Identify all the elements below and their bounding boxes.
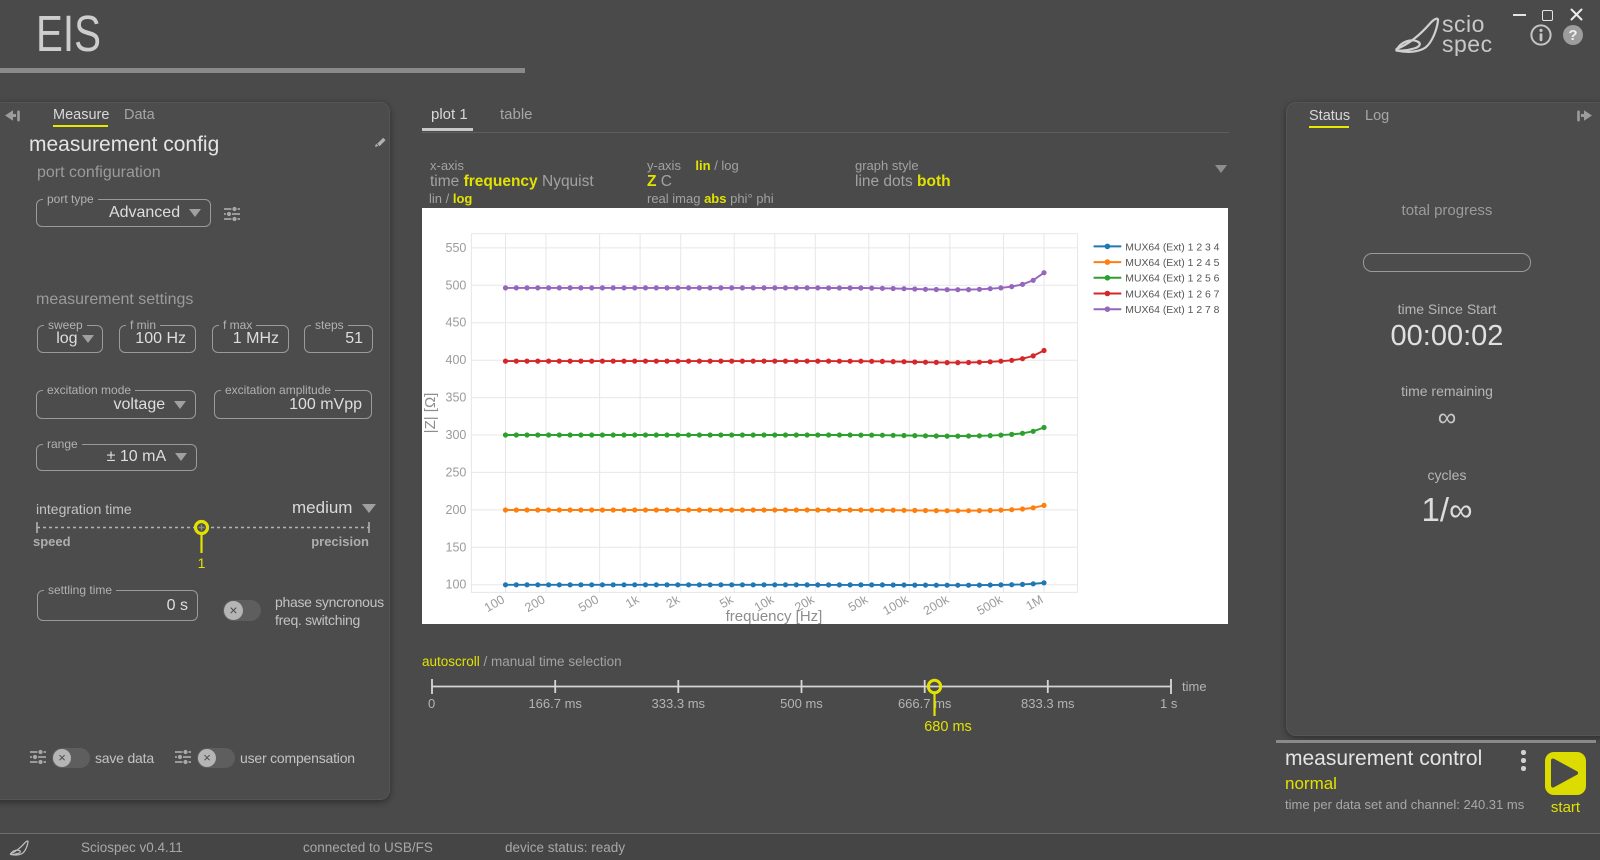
svg-text:500: 500	[446, 278, 467, 292]
svg-text:200: 200	[446, 503, 467, 517]
svg-text:1: 1	[198, 555, 206, 571]
svg-text:250: 250	[446, 465, 467, 479]
svg-text:?: ?	[1568, 27, 1577, 44]
svg-text:300: 300	[446, 428, 467, 442]
svg-text:spec: spec	[1442, 31, 1493, 56]
svg-text:680 ms: 680 ms	[924, 719, 972, 735]
svg-text:1 s: 1 s	[1160, 696, 1178, 711]
svg-text:MUX64 (Ext) 1 2 7 8: MUX64 (Ext) 1 2 7 8	[1125, 305, 1219, 316]
svg-text:166.7 ms: 166.7 ms	[528, 696, 582, 711]
svg-text:350: 350	[446, 391, 467, 405]
svg-text:666.7 ms: 666.7 ms	[898, 696, 952, 711]
svg-text:100: 100	[446, 578, 467, 592]
svg-text:400: 400	[446, 353, 467, 367]
svg-text:time: time	[1182, 679, 1207, 694]
svg-text:833.3 ms: 833.3 ms	[1021, 696, 1075, 711]
svg-text:MUX64 (Ext) 1 2 4 5: MUX64 (Ext) 1 2 4 5	[1125, 258, 1219, 269]
svg-text:150: 150	[446, 540, 467, 554]
svg-text:frequency [Hz]: frequency [Hz]	[726, 608, 823, 624]
svg-text:MUX64 (Ext) 1 2 6 7: MUX64 (Ext) 1 2 6 7	[1125, 289, 1219, 300]
svg-text:MUX64 (Ext) 1 2 5 6: MUX64 (Ext) 1 2 5 6	[1125, 274, 1219, 285]
svg-text:500 ms: 500 ms	[780, 696, 823, 711]
svg-text:450: 450	[446, 316, 467, 330]
svg-text:0: 0	[428, 696, 435, 711]
svg-text:|Z| [Ω]: |Z| [Ω]	[422, 393, 439, 434]
svg-text:550: 550	[446, 241, 467, 255]
svg-text:333.3 ms: 333.3 ms	[652, 696, 706, 711]
svg-text:MUX64 (Ext) 1 2 3 4: MUX64 (Ext) 1 2 3 4	[1125, 242, 1219, 253]
